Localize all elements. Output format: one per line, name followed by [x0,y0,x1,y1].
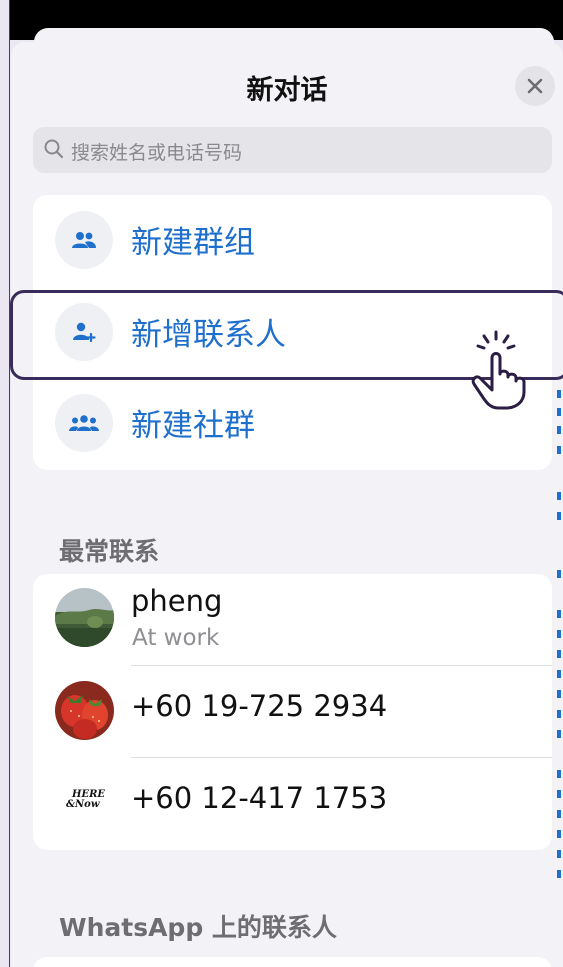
search-bar[interactable]: 搜索姓名或电话号码 [33,127,552,173]
whatsapp-contacts-header: WhatsApp 上的联系人 [59,913,337,942]
contact-status: At work [132,625,220,651]
search-input[interactable]: 搜索姓名或电话号码 [71,138,242,165]
contact-name: +60 19-725 2934 [131,689,388,723]
search-icon [44,139,64,159]
community-icon [55,394,113,452]
contact-row-pheng[interactable]: pheng At work [33,574,552,666]
avatar-text: &Now [66,799,100,810]
new-group-label: 新建群组 [131,225,255,261]
close-button[interactable] [515,66,555,106]
close-icon [527,78,543,94]
new-community-label: 新建社群 [131,408,255,444]
frame-border [0,0,10,967]
new-group-row[interactable]: 新建群组 [33,195,552,285]
landscape-avatar [55,588,114,647]
frequent-contacts-card: pheng At work +60 19-725 2934 HERE &Now … [33,574,552,850]
contact-name: pheng [131,584,223,618]
frequent-contacts-header: 最常联系 [59,537,160,566]
background-content-edge [556,380,563,900]
contact-name: +60 12-417 1753 [131,781,388,815]
strawberry-avatar [55,681,114,740]
tap-hand-icon [466,328,536,414]
contact-row-phone-1[interactable]: +60 19-725 2934 [33,666,552,758]
whatsapp-contacts-card [33,957,552,967]
page-title: 新对话 [246,75,328,106]
here-now-avatar: HERE &Now [55,772,114,831]
contact-row-phone-2[interactable]: HERE &Now +60 12-417 1753 [33,758,552,850]
group-icon [55,211,113,269]
new-chat-sheet: 新对话 搜索姓名或电话号码 新建群组 新增联系人 新建社群 最常联系 pheng… [11,42,563,967]
